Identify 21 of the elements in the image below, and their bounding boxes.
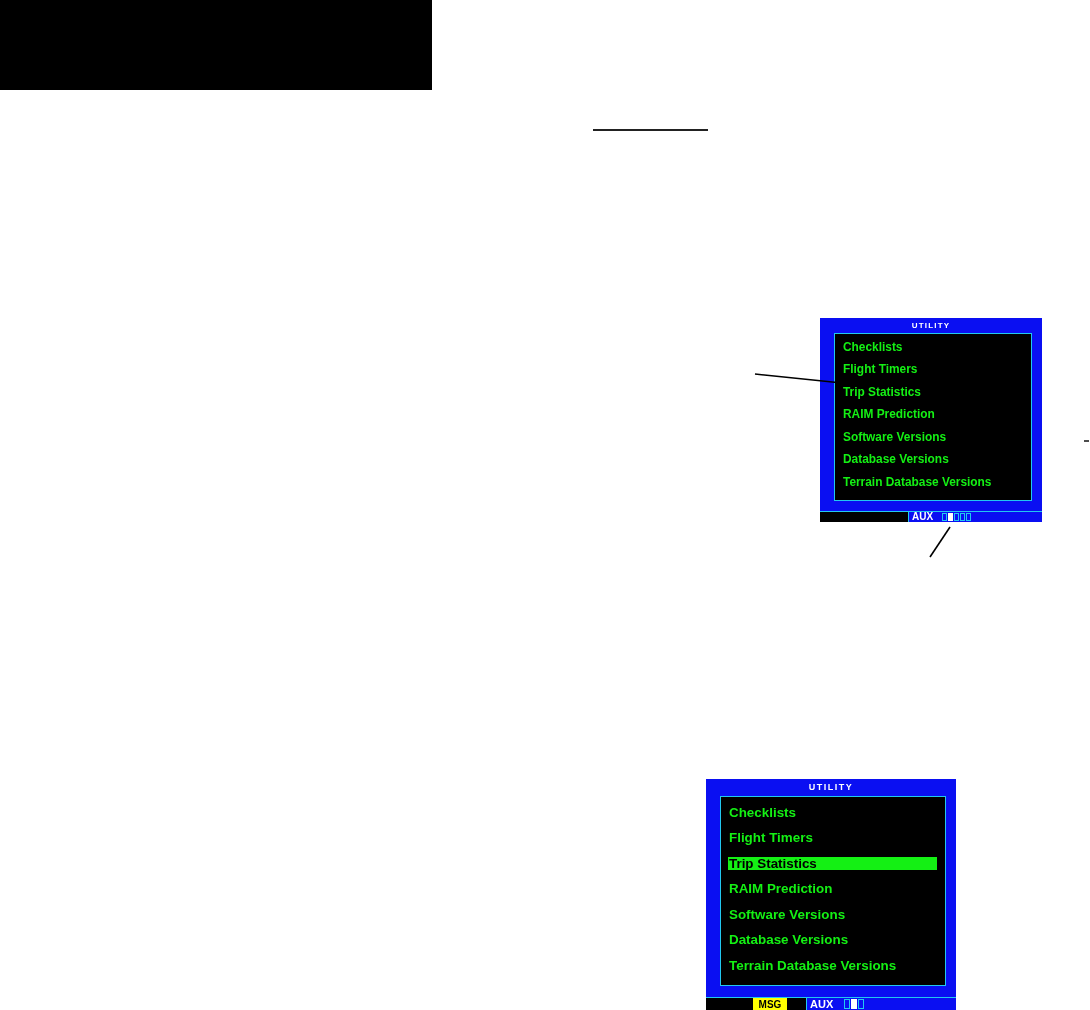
menu-item[interactable]: Terrain Database Versions (728, 958, 937, 972)
tick-mark (1083, 440, 1090, 442)
menu-item[interactable]: RAIM Prediction (842, 409, 1023, 421)
menu-item[interactable]: Terrain Database Versions (842, 477, 1023, 489)
menu-item[interactable]: Trip Statistics (842, 386, 1023, 398)
screen-title: UTILITY (808, 783, 854, 792)
msg-annunciator: MSG (753, 998, 787, 1010)
page-group-label: AUX (912, 512, 934, 522)
menu-item[interactable]: Database Versions (842, 454, 1023, 466)
screen-title: UTILITY (911, 321, 951, 330)
menu-item[interactable]: Software Versions (842, 431, 1023, 443)
menu-item[interactable]: Checklists (728, 805, 937, 819)
menu-item[interactable]: Software Versions (728, 907, 937, 921)
leader-line (929, 526, 951, 558)
page-group-label: AUX (810, 998, 834, 1010)
menu-item[interactable]: Flight Timers (728, 831, 937, 844)
menu-item[interactable]: Database Versions (728, 933, 937, 946)
menu-item[interactable]: Checklists (842, 341, 1023, 353)
menu-item[interactable]: Flight Timers (842, 364, 1023, 376)
menu-item[interactable]: Trip Statistics (728, 856, 937, 870)
menu-item[interactable]: RAIM Prediction (728, 882, 937, 895)
